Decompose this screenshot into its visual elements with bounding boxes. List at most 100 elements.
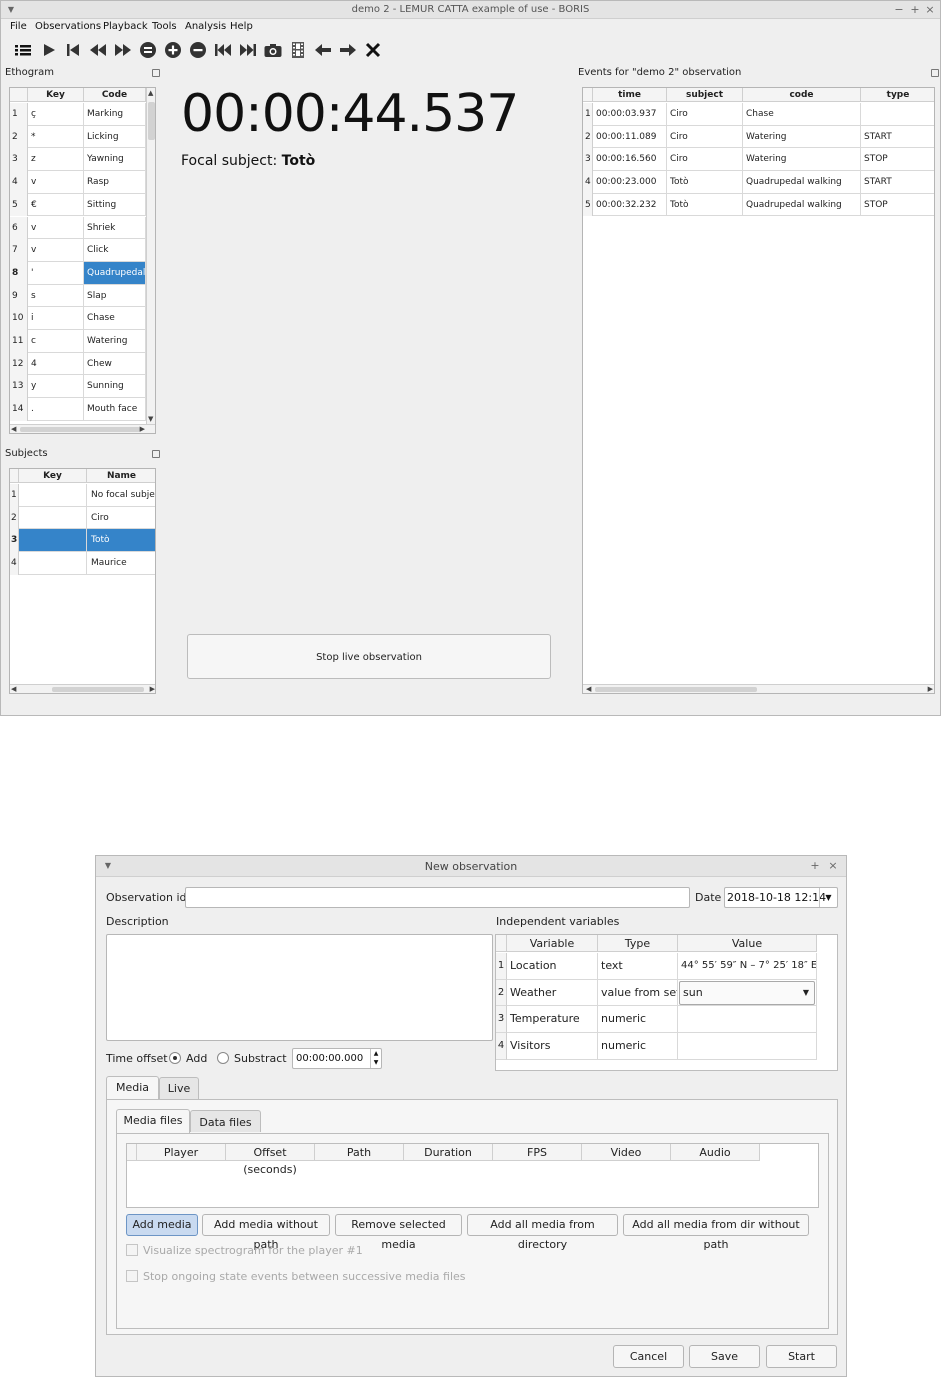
ethogram-hscroll[interactable]: ◀ ▶ [10,424,155,433]
dialog-close-icon[interactable]: × [826,859,840,872]
ethogram-code-cell[interactable]: Watering [84,330,146,353]
ethogram-table[interactable]: Key Code 1 ç Marking 2 * Licking 3 z Yawning 4 v Ra… [9,87,156,434]
event-subject-cell[interactable]: Ciro [667,125,743,149]
event-time-cell[interactable]: 00:00:03.937 [593,103,667,126]
ethogram-row-number[interactable]: 10 [10,307,28,330]
subject-key-cell[interactable] [19,484,87,507]
iv-type-cell[interactable]: numeric [598,1033,678,1060]
ethogram-vscroll[interactable]: ▲ ▼ [146,88,155,424]
iv-type-cell[interactable]: text [598,953,678,980]
add-radio[interactable] [169,1052,181,1064]
ethogram-row-number[interactable]: 9 [10,284,28,308]
weather-select[interactable]: sun ▼ [679,980,815,1005]
maximize-icon[interactable]: + [908,3,922,16]
menu-observations[interactable]: Observations [35,21,101,32]
subject-key-cell[interactable] [19,529,87,553]
add-all-media-from-dir-without-path-button[interactable]: Add all media from dir without path [623,1214,809,1251]
event-row-number[interactable]: 4 [583,171,593,194]
media-header-duration[interactable]: Duration [404,1144,493,1161]
event-type-cell[interactable]: STOP [861,148,934,172]
iv-value-cell[interactable] [678,1033,817,1060]
event-code-cell[interactable]: Watering [743,125,861,149]
menu-analysis[interactable]: Analysis [185,21,226,32]
close-x-icon[interactable] [363,41,383,59]
subjects-header-key[interactable]: Key [19,469,87,483]
arrow-left-icon[interactable] [313,41,333,59]
iv-value-cell[interactable]: 44° 55′ 59″ N – 7° 25′ 18″ E [678,953,817,980]
iv-row-number[interactable]: 2 [496,979,507,1007]
events-header-time[interactable]: time [593,88,667,102]
ethogram-row-number[interactable]: 3 [10,148,28,172]
ethogram-code-cell[interactable]: Sunning [84,375,146,399]
subject-name-cell[interactable]: Maurice [87,552,155,575]
list-icon[interactable] [13,41,33,59]
camera-icon[interactable] [263,41,283,59]
menu-tools[interactable]: Tools [152,21,177,32]
add-media-button[interactable]: Add media [126,1214,198,1236]
dialog-maximize-icon[interactable]: + [808,859,822,872]
event-time-cell[interactable]: 00:00:11.089 [593,125,667,149]
minimize-icon[interactable]: − [892,3,906,16]
ethogram-code-cell[interactable]: Rasp [84,171,146,194]
event-type-cell[interactable]: STOP [861,194,934,217]
tab-media[interactable]: Media [106,1076,159,1100]
date-dropdown-icon[interactable]: ▼ [819,888,837,907]
iv-variable-cell[interactable]: Weather [507,979,598,1007]
ethogram-key-cell[interactable]: . [28,398,84,421]
ethogram-code-cell[interactable]: Licking [84,125,146,149]
add-all-media-from-directory-button[interactable]: Add all media from directory [467,1214,618,1251]
ethogram-code-cell[interactable]: Click [84,239,146,262]
cancel-button[interactable]: Cancel [613,1345,684,1368]
ethogram-key-cell[interactable]: € [28,193,84,217]
ethogram-header-code[interactable]: Code [84,88,146,102]
event-row-number[interactable]: 2 [583,125,593,149]
ethogram-code-cell[interactable]: Chase [84,307,146,330]
events-table[interactable]: time subject code type 1 00:00:03.937 Ciro… [582,87,935,694]
ethogram-header-key[interactable]: Key [28,88,84,102]
previous-media-icon[interactable] [213,41,233,59]
iv-row-number[interactable]: 1 [496,953,507,980]
event-subject-cell[interactable]: Ciro [667,148,743,172]
ethogram-float-icon[interactable] [152,69,160,77]
ethogram-row-number[interactable]: 13 [10,375,28,399]
close-window-icon[interactable]: × [923,3,937,16]
media-header-player[interactable]: Player [137,1144,226,1161]
subject-name-cell[interactable]: Ciro [87,507,155,530]
event-subject-cell[interactable]: Ciro [667,103,743,126]
ethogram-row-number[interactable]: 6 [10,216,28,240]
event-code-cell[interactable]: Quadrupedal walking [743,171,861,194]
event-subject-cell[interactable]: Totò [667,193,743,217]
ethogram-row-number[interactable]: 7 [10,239,28,262]
media-header-offset[interactable]: Offset (seconds) [226,1144,315,1176]
next-media-icon[interactable] [238,41,258,59]
ethogram-key-cell[interactable]: v [28,239,84,262]
fast-forward-icon[interactable] [113,41,133,59]
film-icon[interactable] [288,41,308,59]
menu-file[interactable]: File [10,21,27,32]
skip-back-icon[interactable] [63,41,83,59]
remove-selected-media-button[interactable]: Remove selected media [335,1214,462,1251]
events-header-type[interactable]: type [861,88,934,102]
stop-ongoing-checkbox[interactable] [126,1270,138,1282]
event-subject-cell[interactable]: Totò [667,171,743,194]
description-textarea[interactable] [106,934,493,1041]
media-header-video[interactable]: Video [582,1144,671,1161]
independent-variables-table[interactable]: Variable Type Value 1 Location text 44° 55′… [495,934,838,1071]
event-row-number[interactable]: 1 [583,103,593,126]
start-button[interactable]: Start [766,1345,837,1368]
event-time-cell[interactable]: 00:00:16.560 [593,148,667,172]
ethogram-key-cell[interactable]: s [28,284,84,308]
substract-radio[interactable] [217,1052,229,1064]
subjects-table[interactable]: Key Name 1 No focal subject 2 Ciro 3 Totò 4 Mau… [9,468,156,694]
observation-id-input[interactable] [185,887,690,908]
event-time-cell[interactable]: 00:00:23.000 [593,171,667,194]
ethogram-row-number[interactable]: 2 [10,125,28,149]
ethogram-row-number[interactable]: 5 [10,193,28,217]
rewind-icon[interactable] [88,41,108,59]
ethogram-row-number[interactable]: 11 [10,330,28,353]
iv-value-cell[interactable]: sun ▼ [678,979,817,1007]
minus-circle-icon[interactable] [188,41,208,59]
spectrogram-checkbox[interactable] [126,1244,138,1256]
tab-live[interactable]: Live [159,1077,199,1099]
media-header-path[interactable]: Path [315,1144,404,1161]
